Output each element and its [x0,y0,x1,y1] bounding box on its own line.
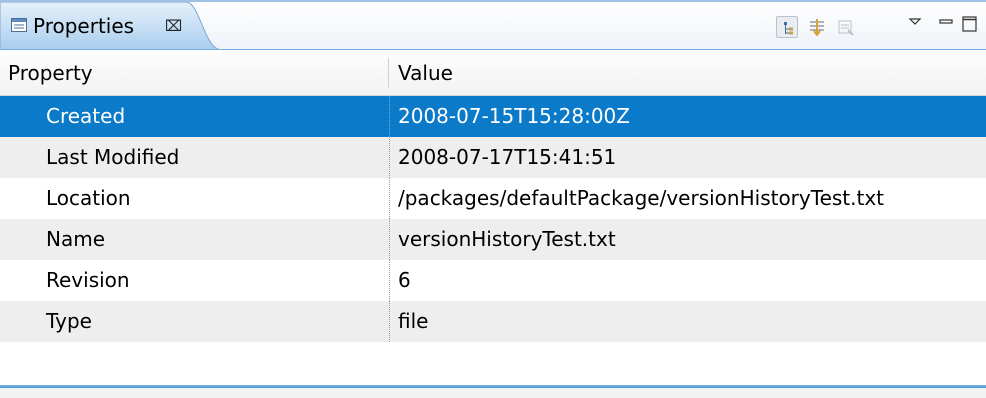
property-cell: Last Modified [46,145,180,169]
view-tab-bar: Properties ⌧ [0,0,986,52]
cell-divider [389,301,390,342]
value-cell[interactable]: 2008-07-17T15:41:51 [398,137,616,178]
restore-default-value-icon[interactable] [835,16,857,38]
properties-icon [11,18,27,32]
bottom-panel [0,388,986,398]
table-row[interactable]: Last Modified 2008-07-17T15:41:51 [0,137,986,178]
column-divider[interactable] [388,58,389,88]
property-cell: Type [46,309,92,333]
value-cell[interactable]: /packages/defaultPackage/versionHistoryT… [398,178,884,219]
property-cell: Location [46,186,131,210]
table-header: Property Value [0,50,986,96]
value-cell[interactable]: 6 [398,260,411,301]
view-menu-icon[interactable] [904,12,926,34]
table-row[interactable]: Revision 6 [0,260,986,301]
table-row[interactable]: Type file [0,301,986,342]
cell-divider [389,96,390,137]
maximize-icon[interactable] [960,12,982,34]
cell-divider [389,137,390,178]
cell-divider [389,260,390,301]
cell-divider [389,219,390,260]
properties-view: Properties ⌧ Property Value Created 2008… [0,0,986,398]
show-categories-icon[interactable] [776,16,798,38]
column-header-property[interactable]: Property [8,50,93,95]
property-cell: Revision [46,268,130,292]
value-cell[interactable]: file [398,301,428,342]
column-header-value[interactable]: Value [398,50,453,95]
minimize-icon[interactable] [936,12,958,34]
value-cell[interactable]: versionHistoryTest.txt [398,219,616,260]
tab-title: Properties [33,14,135,38]
show-advanced-properties-icon[interactable] [806,16,828,38]
properties-tab[interactable]: Properties ⌧ [0,2,232,50]
close-icon[interactable]: ⌧ [165,16,182,36]
cell-divider [389,178,390,219]
table-row[interactable]: Name versionHistoryTest.txt [0,219,986,260]
property-cell: Created [46,104,126,128]
table-body: Created 2008-07-15T15:28:00Z Last Modifi… [0,96,986,342]
properties-table: Property Value Created 2008-07-15T15:28:… [0,50,986,342]
value-cell[interactable]: 2008-07-15T15:28:00Z [398,96,630,137]
table-row[interactable]: Created 2008-07-15T15:28:00Z [0,96,986,137]
property-cell: Name [46,227,106,251]
table-row[interactable]: Location /packages/defaultPackage/versio… [0,178,986,219]
